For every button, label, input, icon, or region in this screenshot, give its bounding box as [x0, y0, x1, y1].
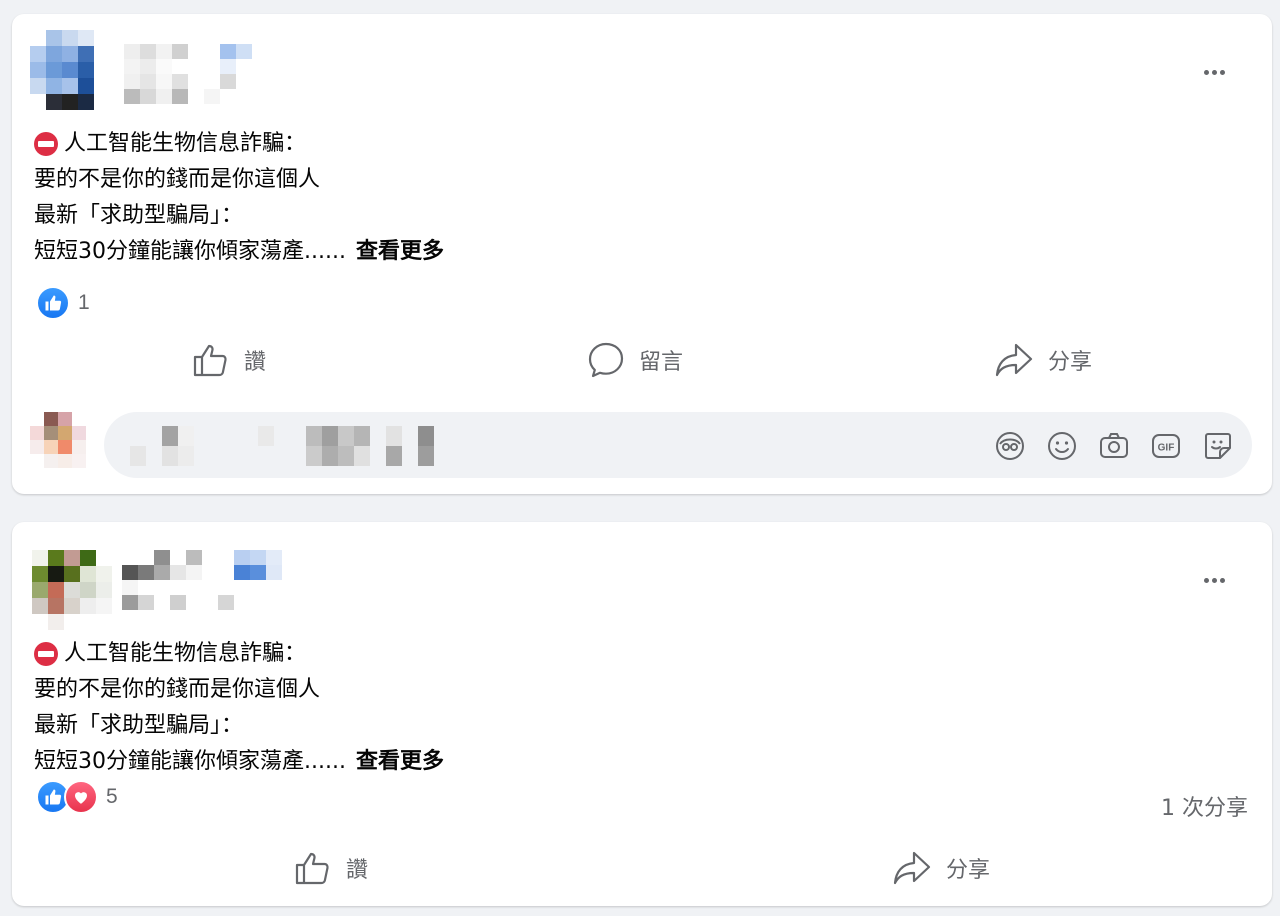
- no-entry-icon: [34, 642, 58, 666]
- post-text: 人工智能生物信息詐騙： 要的不是你的錢而是你這個人 最新「求助型騙局」： 短短3…: [34, 126, 444, 270]
- like-label: 讚: [244, 350, 267, 375]
- like-icon: [36, 286, 70, 320]
- see-more-link[interactable]: 查看更多: [356, 744, 444, 780]
- like-label: 讚: [346, 858, 369, 883]
- post-line: 要的不是你的錢而是你這個人: [34, 167, 321, 192]
- reactions-summary[interactable]: 1: [36, 286, 90, 320]
- post-actions: 讚 分享: [12, 846, 1272, 890]
- author-name[interactable]: [122, 550, 282, 610]
- reaction-count: 5: [106, 785, 118, 808]
- share-label: 分享: [946, 858, 991, 883]
- post-line: 人工智能生物信息詐騙：: [64, 641, 307, 666]
- share-label: 分享: [1048, 350, 1093, 375]
- author-name[interactable]: [124, 44, 284, 104]
- like-button[interactable]: 讚: [294, 846, 368, 890]
- more-options-button[interactable]: [1196, 60, 1232, 84]
- post-line: 最新「求助型騙局」：: [34, 203, 244, 228]
- gif-icon[interactable]: GIF: [1150, 430, 1182, 462]
- reactions-summary[interactable]: 5: [36, 780, 118, 814]
- comment-input[interactable]: GIF: [104, 412, 1252, 478]
- comment-bubble-icon: [588, 342, 624, 378]
- no-entry-icon: [34, 132, 58, 156]
- share-count-link[interactable]: 1 次分享: [1161, 790, 1248, 822]
- post-card: 人工智能生物信息詐騙： 要的不是你的錢而是你這個人 最新「求助型騙局」： 短短3…: [12, 14, 1272, 494]
- post-text: 人工智能生物信息詐騙： 要的不是你的錢而是你這個人 最新「求助型騙局」： 短短3…: [34, 636, 444, 780]
- share-button[interactable]: 分享: [892, 846, 990, 890]
- author-avatar[interactable]: [30, 30, 110, 110]
- like-button[interactable]: 讚: [192, 338, 266, 382]
- sticker-icon[interactable]: [1202, 430, 1234, 462]
- see-more-link[interactable]: 查看更多: [356, 234, 444, 270]
- comment-label: 留言: [639, 350, 684, 375]
- love-icon: [64, 780, 98, 814]
- post-line: 人工智能生物信息詐騙：: [64, 131, 307, 156]
- post-card: 人工智能生物信息詐騙： 要的不是你的錢而是你這個人 最新「求助型騙局」： 短短3…: [12, 522, 1272, 906]
- post-actions: 讚 留言 分享: [12, 338, 1272, 382]
- camera-icon[interactable]: [1098, 430, 1130, 462]
- svg-text:GIF: GIF: [1158, 443, 1175, 454]
- thumbs-up-icon: [295, 852, 329, 885]
- share-arrow-icon: [893, 851, 931, 885]
- post-line: 最新「求助型騙局」：: [34, 713, 244, 738]
- post-line: 短短30分鐘能讓你傾家蕩產......: [34, 749, 346, 774]
- share-arrow-icon: [995, 343, 1033, 377]
- author-avatar[interactable]: [32, 550, 112, 630]
- commenter-avatar[interactable]: [30, 412, 100, 482]
- post-line: 要的不是你的錢而是你這個人: [34, 677, 321, 702]
- avatar-sticker-icon[interactable]: [994, 430, 1026, 462]
- more-options-button[interactable]: [1196, 568, 1232, 592]
- comment-button[interactable]: 留言: [587, 338, 683, 382]
- reaction-count: 1: [78, 291, 90, 314]
- share-button[interactable]: 分享: [994, 338, 1092, 382]
- post-line: 短短30分鐘能讓你傾家蕩產......: [34, 239, 346, 264]
- thumbs-up-icon: [193, 344, 227, 377]
- comment-placeholder: [130, 426, 450, 466]
- emoji-icon[interactable]: [1046, 430, 1078, 462]
- comment-tools: GIF: [994, 430, 1234, 462]
